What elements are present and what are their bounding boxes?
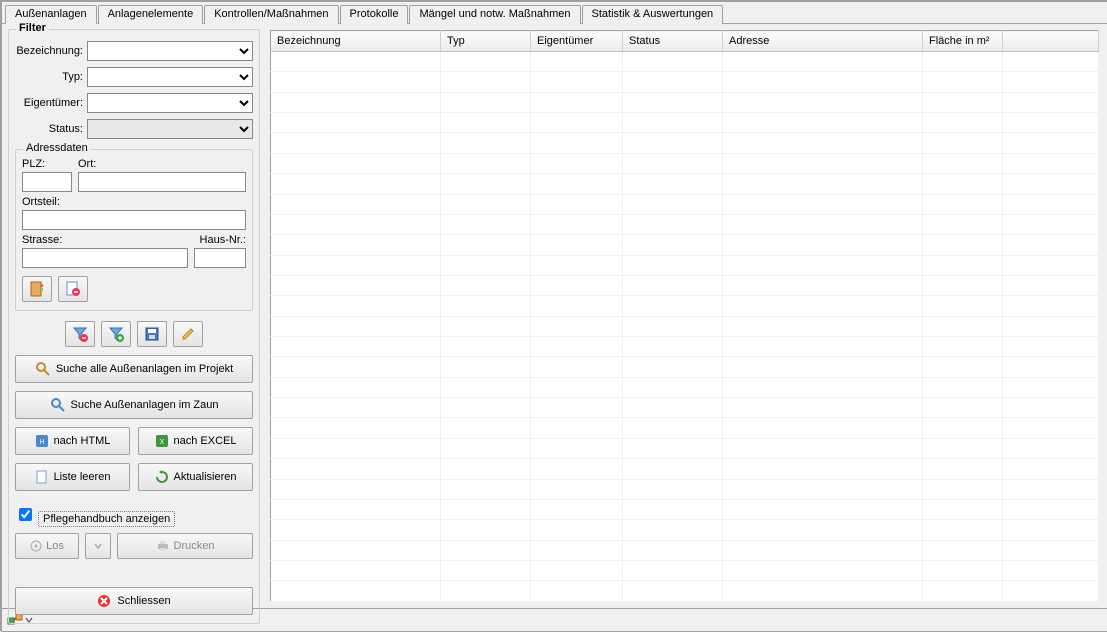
export-html-button[interactable]: H nach HTML bbox=[15, 427, 130, 455]
print-button[interactable]: Drucken bbox=[117, 533, 253, 559]
input-status[interactable] bbox=[87, 119, 253, 139]
address-group: Adressdaten PLZ: Ort: Ortsteil: bbox=[15, 149, 253, 311]
excel-icon: X bbox=[155, 434, 169, 448]
address-clear-button[interactable] bbox=[58, 276, 88, 302]
input-typ[interactable] bbox=[87, 67, 253, 87]
col-bezeichnung[interactable]: Bezeichnung bbox=[271, 31, 441, 52]
search-project-button[interactable]: Suche alle Außenanlagen im Projekt bbox=[15, 355, 253, 383]
label-strasse: Strasse: bbox=[22, 234, 188, 246]
tab-statistik[interactable]: Statistik & Auswertungen bbox=[582, 5, 724, 24]
col-typ[interactable]: Typ bbox=[441, 31, 531, 52]
filter-panel: Filter Bezeichnung: Typ: Eigentümer: Sta… bbox=[2, 24, 266, 608]
search-fence-button[interactable]: Suche Außenanlagen im Zaun bbox=[15, 391, 253, 419]
data-table[interactable]: Bezeichnung Typ Eigentümer Status Adress… bbox=[270, 30, 1099, 602]
table-body bbox=[271, 52, 1099, 602]
col-status[interactable]: Status bbox=[623, 31, 723, 52]
col-eigentuemer[interactable]: Eigentümer bbox=[531, 31, 623, 52]
refresh-icon bbox=[155, 470, 169, 484]
save-icon bbox=[144, 326, 160, 342]
refresh-label: Aktualisieren bbox=[174, 471, 237, 483]
input-hausnr[interactable] bbox=[194, 248, 246, 268]
address-book-icon bbox=[29, 281, 45, 297]
handbook-label: Pflegehandbuch anzeigen bbox=[38, 511, 175, 527]
clear-list-label: Liste leeren bbox=[54, 471, 111, 483]
input-bezeichnung[interactable] bbox=[87, 41, 253, 61]
label-eigentuemer: Eigentümer: bbox=[15, 97, 87, 109]
export-excel-label: nach EXCEL bbox=[174, 435, 237, 447]
close-label: Schliessen bbox=[117, 595, 170, 607]
go-label: Los bbox=[46, 540, 64, 552]
filter-group: Filter Bezeichnung: Typ: Eigentümer: Sta… bbox=[8, 29, 260, 624]
search-icon bbox=[35, 361, 51, 377]
svg-text:X: X bbox=[159, 439, 164, 446]
svg-text:H: H bbox=[39, 439, 44, 446]
col-adresse[interactable]: Adresse bbox=[723, 31, 923, 52]
export-excel-button[interactable]: X nach EXCEL bbox=[138, 427, 253, 455]
print-label: Drucken bbox=[174, 540, 215, 552]
input-strasse[interactable] bbox=[22, 248, 188, 268]
table-area: Bezeichnung Typ Eigentümer Status Adress… bbox=[266, 24, 1107, 608]
pencil-icon bbox=[180, 326, 196, 342]
label-ort: Ort: bbox=[78, 158, 246, 170]
tab-bar: Außenanlagen Anlagenelemente Kontrollen/… bbox=[2, 2, 1107, 24]
export-html-label: nach HTML bbox=[54, 435, 111, 447]
funnel-remove-icon bbox=[72, 326, 88, 342]
close-icon bbox=[97, 594, 111, 608]
label-hausnr: Haus-Nr.: bbox=[194, 234, 246, 246]
col-spacer bbox=[1003, 31, 1099, 52]
label-plz: PLZ: bbox=[22, 158, 72, 170]
label-typ: Typ: bbox=[15, 71, 87, 83]
go-button[interactable]: Los bbox=[15, 533, 79, 559]
printer-icon bbox=[156, 539, 170, 553]
input-eigentuemer[interactable] bbox=[87, 93, 253, 113]
input-ortsteil[interactable] bbox=[22, 210, 246, 230]
funnel-add-icon bbox=[108, 326, 124, 342]
tab-anlagenelemente[interactable]: Anlagenelemente bbox=[98, 5, 204, 24]
close-button[interactable]: Schliessen bbox=[15, 587, 253, 615]
search-fence-icon bbox=[50, 397, 66, 413]
filter-edit-button[interactable] bbox=[173, 321, 203, 347]
refresh-button[interactable]: Aktualisieren bbox=[138, 463, 253, 491]
document-icon bbox=[35, 470, 49, 484]
label-status: Status: bbox=[15, 123, 87, 135]
clear-list-button[interactable]: Liste leeren bbox=[15, 463, 130, 491]
col-flaeche[interactable]: Fläche in m² bbox=[923, 31, 1003, 52]
html-icon: H bbox=[35, 434, 49, 448]
label-ortsteil: Ortsteil: bbox=[22, 196, 246, 208]
filter-remove-button[interactable] bbox=[65, 321, 95, 347]
search-fence-label: Suche Außenanlagen im Zaun bbox=[71, 399, 219, 411]
go-dropdown-button[interactable] bbox=[85, 533, 111, 559]
address-title: Adressdaten bbox=[23, 142, 91, 154]
filter-add-button[interactable] bbox=[101, 321, 131, 347]
filter-save-button[interactable] bbox=[137, 321, 167, 347]
play-icon bbox=[30, 540, 42, 552]
tab-kontrollen[interactable]: Kontrollen/Maßnahmen bbox=[204, 5, 338, 24]
address-book-button[interactable] bbox=[22, 276, 52, 302]
filter-title: Filter bbox=[16, 22, 49, 34]
handbook-checkbox[interactable] bbox=[19, 508, 32, 521]
input-ort[interactable] bbox=[78, 172, 246, 192]
input-plz[interactable] bbox=[22, 172, 72, 192]
document-delete-icon bbox=[65, 281, 81, 297]
tab-maengel[interactable]: Mängel und notw. Maßnahmen bbox=[409, 5, 580, 24]
chevron-down-icon bbox=[93, 541, 103, 551]
label-bezeichnung: Bezeichnung: bbox=[15, 45, 87, 57]
tab-protokolle[interactable]: Protokolle bbox=[340, 5, 409, 24]
search-project-label: Suche alle Außenanlagen im Projekt bbox=[56, 363, 233, 375]
